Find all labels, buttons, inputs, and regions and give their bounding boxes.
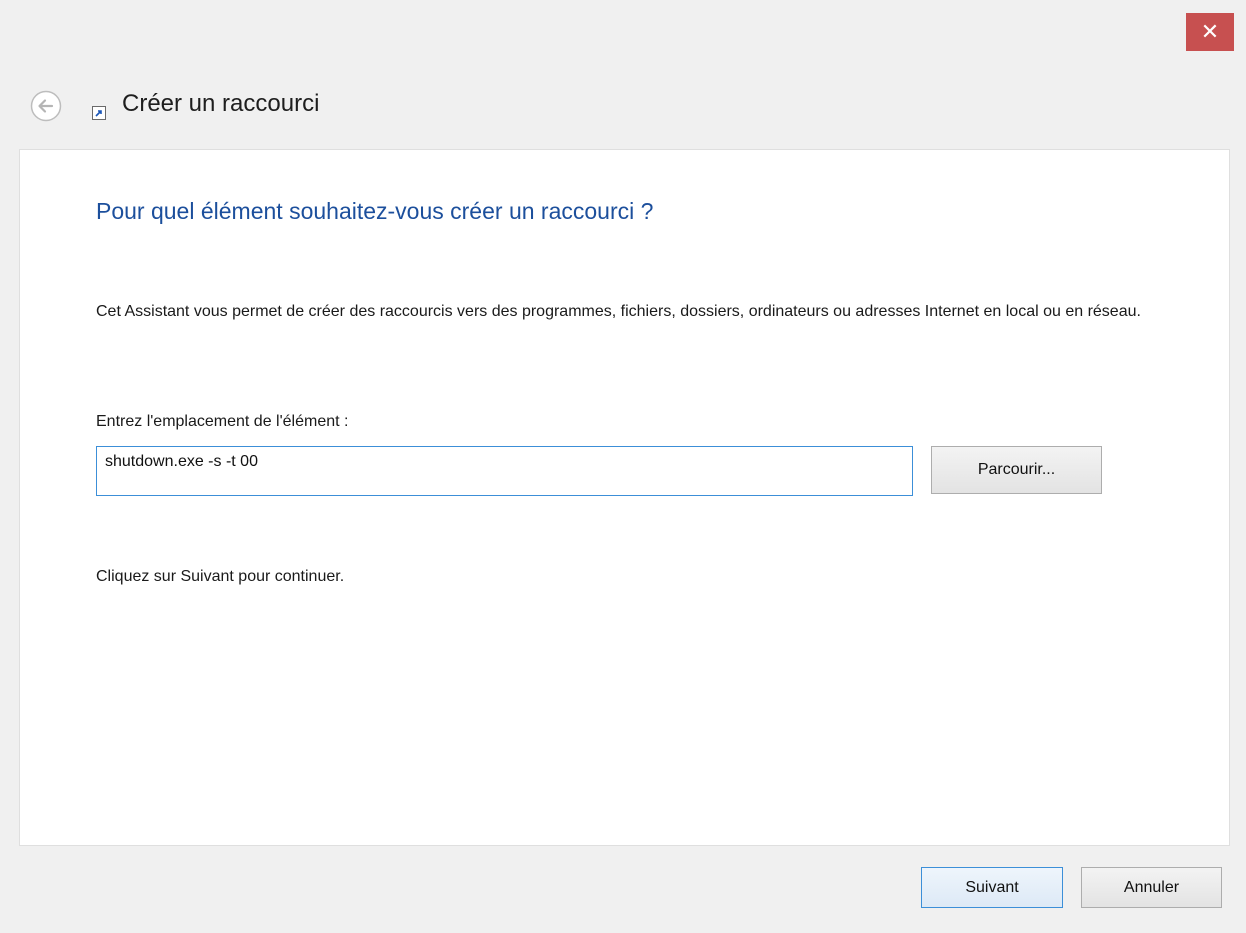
shortcut-icon — [92, 106, 106, 120]
back-button[interactable] — [30, 90, 62, 122]
location-label: Entrez l'emplacement de l'élément : — [96, 413, 349, 430]
page-description: Cet Assistant vous permet de créer des r… — [96, 303, 1141, 320]
next-button[interactable]: Suivant — [921, 867, 1063, 908]
back-arrow-icon — [30, 90, 62, 122]
location-input[interactable] — [96, 446, 913, 496]
create-shortcut-window: ✕ Créer un raccourci Pour quel élément s… — [0, 0, 1246, 933]
wizard-footer: Suivant Annuler — [19, 845, 1230, 919]
continue-hint: Cliquez sur Suivant pour continuer. — [96, 568, 345, 585]
browse-button[interactable]: Parcourir... — [931, 446, 1102, 494]
window-title: Créer un raccourci — [122, 90, 320, 117]
wizard-content: Pour quel élément souhaitez-vous créer u… — [19, 149, 1230, 845]
close-icon: ✕ — [1200, 19, 1220, 45]
close-button[interactable]: ✕ — [1186, 13, 1234, 51]
cancel-button[interactable]: Annuler — [1081, 867, 1222, 908]
page-heading: Pour quel élément souhaitez-vous créer u… — [96, 198, 654, 224]
